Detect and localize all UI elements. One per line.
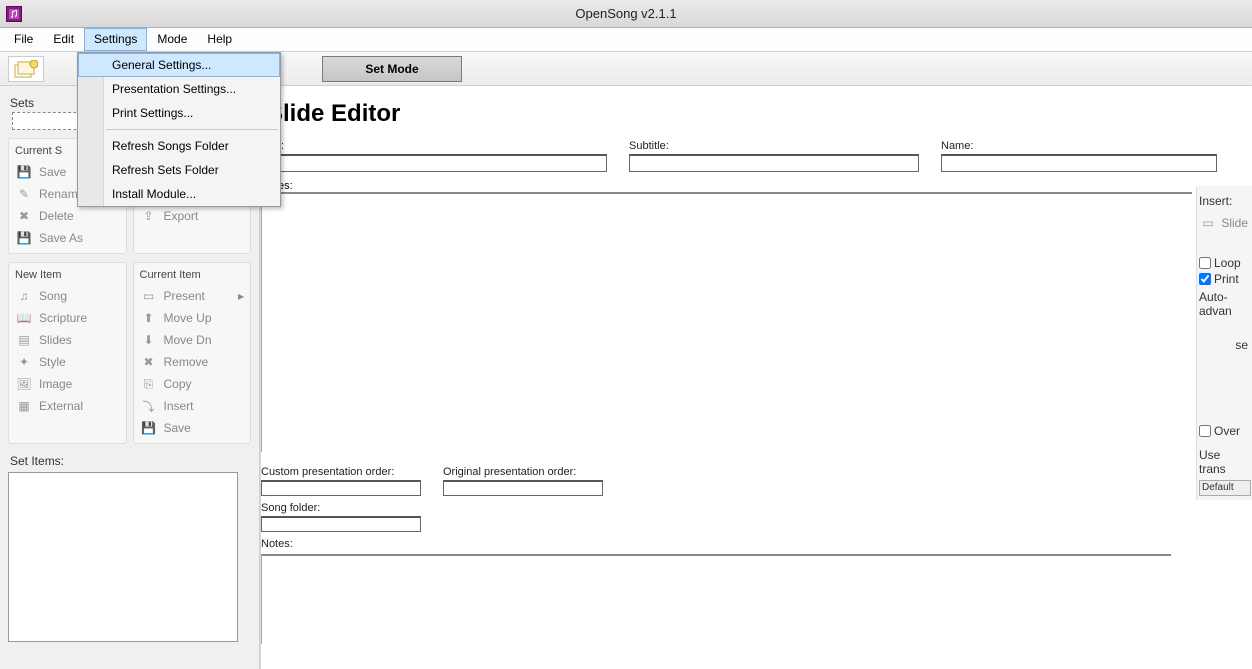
- scripture-icon: 📖: [15, 310, 33, 326]
- current-item-group: Current Item ▭Present▸ ⬆Move Up ⬇Move Dn…: [133, 262, 252, 444]
- right-sidebar: Insert: ▭Slide Loop Print Auto-advan se …: [1196, 186, 1252, 500]
- se-label: se: [1199, 338, 1250, 352]
- menu-item-general-settings[interactable]: General Settings...: [78, 53, 280, 77]
- name-label: Name:: [941, 140, 1217, 152]
- new-scripture[interactable]: 📖Scripture: [13, 307, 122, 329]
- original-order-label: Original presentation order:: [443, 466, 603, 478]
- notes-label: Notes:: [261, 538, 1192, 550]
- remove-icon: ✖: [140, 354, 158, 370]
- new-set-icon[interactable]: [8, 56, 44, 82]
- notes-input[interactable]: [261, 554, 1171, 644]
- item-copy[interactable]: ⎘Copy: [138, 373, 247, 395]
- export-icon: ⇪: [140, 208, 158, 224]
- use-transition-label: Use trans: [1199, 448, 1250, 476]
- menu-help[interactable]: Help: [197, 28, 242, 51]
- slides-label: lides:: [267, 180, 1252, 192]
- name-input[interactable]: [941, 154, 1217, 172]
- menu-item-print-settings[interactable]: Print Settings...: [78, 101, 280, 125]
- item-save[interactable]: 💾Save: [138, 417, 247, 439]
- insert-label: Insert:: [1199, 194, 1250, 208]
- set-items-label: Set Items:: [10, 454, 251, 468]
- present-icon: ▭: [140, 288, 158, 304]
- delete-icon: ✖: [15, 208, 33, 224]
- menu-item-refresh-sets[interactable]: Refresh Sets Folder: [78, 158, 280, 182]
- menu-item-presentation-settings[interactable]: Presentation Settings...: [78, 77, 280, 101]
- new-item-label: New Item: [13, 267, 122, 285]
- menu-settings[interactable]: Settings: [84, 28, 147, 51]
- original-order-input[interactable]: [443, 480, 603, 496]
- save-as-icon: 💾: [15, 230, 33, 246]
- menu-mode[interactable]: Mode: [147, 28, 197, 51]
- insert-icon: ⤵: [140, 398, 158, 414]
- song-folder-input[interactable]: [261, 516, 421, 532]
- slides-box[interactable]: [261, 192, 1192, 452]
- settings-dropdown: General Settings... Presentation Setting…: [77, 52, 281, 207]
- titlebar: OpenSong v2.1.1: [0, 0, 1252, 28]
- action-save-as[interactable]: 💾Save As: [13, 227, 122, 249]
- arrow-up-icon: ⬆: [140, 310, 158, 326]
- new-image[interactable]: 🖼Image: [13, 373, 122, 395]
- menubar: File Edit Settings Mode Help: [0, 28, 1252, 52]
- transition-select[interactable]: Default: [1199, 480, 1251, 496]
- action-delete[interactable]: ✖Delete: [13, 205, 122, 227]
- subtitle-input[interactable]: [629, 154, 919, 172]
- new-song[interactable]: ♫Song: [13, 285, 122, 307]
- custom-order-input[interactable]: [261, 480, 421, 496]
- song-icon: ♫: [15, 288, 33, 304]
- song-folder-label: Song folder:: [261, 502, 1192, 514]
- new-item-group: New Item ♫Song 📖Scripture ▤Slides ✦Style…: [8, 262, 127, 444]
- chevron-right-icon: ▸: [238, 289, 244, 303]
- slides-icon: ▤: [15, 332, 33, 348]
- title-input[interactable]: [267, 154, 607, 172]
- auto-advance-label: Auto-advan: [1199, 290, 1250, 318]
- menu-separator: [106, 129, 278, 130]
- save-icon: 💾: [15, 164, 33, 180]
- copy-icon: ⎘: [140, 376, 158, 392]
- new-external[interactable]: ▦External: [13, 395, 122, 417]
- save-icon: 💾: [140, 420, 158, 436]
- new-slides[interactable]: ▤Slides: [13, 329, 122, 351]
- item-present[interactable]: ▭Present▸: [138, 285, 247, 307]
- external-icon: ▦: [15, 398, 33, 414]
- menu-edit[interactable]: Edit: [43, 28, 84, 51]
- title-label: itle:: [267, 140, 607, 152]
- app-icon: [6, 6, 22, 22]
- window-title: OpenSong v2.1.1: [0, 6, 1252, 21]
- subtitle-label: Subtitle:: [629, 140, 919, 152]
- slide-icon: ▭: [1201, 215, 1215, 231]
- menu-item-refresh-songs[interactable]: Refresh Songs Folder: [78, 134, 280, 158]
- current-item-label: Current Item: [138, 267, 247, 285]
- item-move-up[interactable]: ⬆Move Up: [138, 307, 247, 329]
- item-insert[interactable]: ⤵Insert: [138, 395, 247, 417]
- override-checkbox[interactable]: Over: [1199, 424, 1250, 438]
- item-move-dn[interactable]: ⬇Move Dn: [138, 329, 247, 351]
- loop-checkbox[interactable]: Loop: [1199, 256, 1250, 270]
- custom-order-label: Custom presentation order:: [261, 466, 421, 478]
- editor-heading: Slide Editor: [267, 100, 1252, 128]
- insert-slide[interactable]: ▭Slide: [1199, 212, 1250, 234]
- set-items-list[interactable]: [8, 472, 238, 642]
- arrow-down-icon: ⬇: [140, 332, 158, 348]
- new-style[interactable]: ✦Style: [13, 351, 122, 373]
- menu-file[interactable]: File: [4, 28, 43, 51]
- item-remove[interactable]: ✖Remove: [138, 351, 247, 373]
- image-icon: 🖼: [15, 376, 33, 392]
- style-icon: ✦: [15, 354, 33, 370]
- print-checkbox[interactable]: Print: [1199, 272, 1250, 286]
- menu-item-install-module[interactable]: Install Module...: [78, 182, 280, 206]
- rename-icon: ✎: [15, 186, 33, 202]
- action-export[interactable]: ⇪Export: [138, 205, 247, 227]
- set-mode-button[interactable]: Set Mode: [322, 56, 462, 82]
- editor-panel: Slide Editor itle: Subtitle: Name: lides…: [260, 86, 1252, 669]
